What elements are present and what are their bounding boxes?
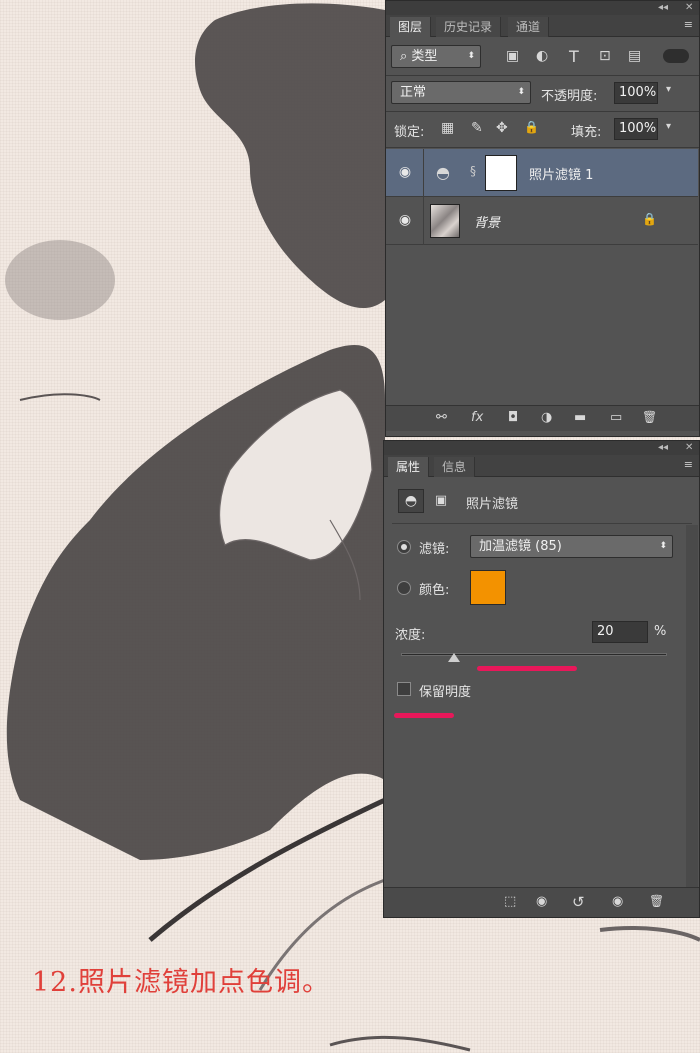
eye-icon[interactable]: ◉: [396, 164, 414, 182]
panel-titlebar[interactable]: ◂◂ ✕: [384, 441, 699, 455]
color-radio[interactable]: [397, 581, 411, 595]
updown-arrow-icon: ⬍: [467, 51, 475, 61]
annotation-underline: [477, 666, 577, 671]
type-filter-icon[interactable]: T: [569, 47, 579, 66]
image-filter-icon[interactable]: ▣: [506, 48, 519, 64]
mask-link-icon[interactable]: §: [470, 164, 476, 178]
annotation-underline: [394, 713, 454, 718]
collapse-panel-icon[interactable]: ◂◂: [658, 441, 668, 455]
close-panel-icon[interactable]: ✕: [685, 441, 693, 455]
properties-tabbar: 属性 信息 ≡: [384, 455, 699, 477]
tutorial-caption: 12.照片滤镜加点色调。: [32, 967, 330, 998]
new-adjustment-icon[interactable]: ◑: [541, 410, 552, 425]
new-group-icon[interactable]: ▬: [574, 410, 586, 425]
color-label: 颜色:: [419, 583, 450, 598]
layer-row-background[interactable]: ◉ 背景 🔒: [386, 197, 698, 245]
divider: [392, 523, 692, 524]
photo-filter-adjustment-icon[interactable]: ◓: [436, 163, 450, 182]
fx-icon[interactable]: fx: [471, 410, 483, 425]
fill-label: 填充:: [571, 125, 602, 140]
updown-arrow-icon: ⬍: [517, 87, 525, 97]
density-slider-thumb[interactable]: [448, 653, 461, 662]
preserve-luminosity-label: 保留明度: [419, 685, 472, 700]
shape-filter-icon[interactable]: ⊡: [599, 48, 611, 64]
layers-tabbar: 图层 历史记录 通道 ≡: [386, 15, 699, 37]
properties-title: 照片滤镜: [466, 497, 519, 512]
lock-paint-icon[interactable]: ✎: [471, 120, 483, 136]
lock-label: 锁定:: [394, 125, 425, 140]
density-unit: %: [654, 624, 667, 639]
fill-slider-dropdown-icon[interactable]: ▾: [666, 121, 671, 132]
delete-layer-icon[interactable]: 🗑: [642, 410, 657, 424]
divider: [386, 147, 699, 148]
lock-transparent-icon[interactable]: ▦: [441, 120, 454, 136]
adjustment-type-icon[interactable]: ◓: [398, 489, 424, 513]
search-icon: ⌕: [400, 49, 408, 64]
filter-kind-value: 类型: [411, 49, 438, 64]
layer-name[interactable]: 背景: [474, 212, 500, 231]
density-input[interactable]: 20: [592, 621, 648, 643]
layers-bottom-bar: ⚯ fx ◘ ◑ ▬ ▭ 🗑: [386, 405, 699, 431]
visibility-column: ◉: [386, 197, 424, 245]
density-label: 浓度:: [395, 628, 426, 643]
properties-scrollbar[interactable]: [686, 525, 698, 887]
mask-icon[interactable]: ▣: [430, 491, 452, 511]
panel-titlebar[interactable]: ◂◂ ✕: [386, 1, 699, 15]
color-swatch[interactable]: [470, 570, 506, 605]
lock-all-icon[interactable]: 🔒: [524, 120, 539, 134]
filter-radio[interactable]: [397, 540, 411, 554]
background-lock-icon: 🔒: [642, 212, 657, 226]
updown-arrow-icon: ⬍: [659, 541, 667, 551]
blend-mode-value: 正常: [400, 85, 427, 100]
preserve-luminosity-checkbox[interactable]: [397, 682, 411, 696]
opacity-slider-dropdown-icon[interactable]: ▾: [666, 84, 671, 95]
properties-bottom-bar: ⬚ ◉ ↺ ◉ 🗑: [384, 887, 699, 917]
clip-to-layer-icon[interactable]: ⬚: [504, 894, 516, 909]
visibility-icon[interactable]: ◉: [612, 894, 623, 909]
layer-filter-dropdown[interactable]: ⌕ 类型 ⬍: [391, 45, 481, 68]
close-panel-icon[interactable]: ✕: [685, 1, 693, 15]
filter-label: 滤镜:: [419, 542, 450, 557]
add-mask-icon[interactable]: ◘: [508, 410, 518, 425]
properties-panel: ◂◂ ✕ 属性 信息 ≡ ◓ ▣ 照片滤镜 滤镜: 加温滤镜 (85) ⬍ 颜色…: [383, 440, 700, 918]
reset-icon[interactable]: ↺: [572, 893, 585, 911]
layer-list: ◉ ◓ § 照片滤镜 1 ◉ 背景 🔒: [386, 149, 699, 404]
filter-preset-value: 加温滤镜 (85): [479, 539, 562, 554]
opacity-input[interactable]: 100%: [614, 82, 658, 104]
tab-channels[interactable]: 通道: [508, 17, 550, 37]
layers-panel: ◂◂ ✕ 图层 历史记录 通道 ≡ ⌕ 类型 ⬍ ▣ ◐ T ⊡ ▤ 正常 ⬍ …: [385, 0, 700, 437]
panel-menu-icon[interactable]: ≡: [684, 18, 693, 31]
filter-preset-dropdown[interactable]: 加温滤镜 (85) ⬍: [470, 535, 673, 558]
background-thumbnail[interactable]: [430, 204, 460, 238]
view-previous-icon[interactable]: ◉: [536, 894, 547, 909]
divider: [386, 75, 699, 76]
lock-position-icon[interactable]: ✥: [496, 120, 508, 136]
new-layer-icon[interactable]: ▭: [610, 410, 622, 425]
eye-icon[interactable]: ◉: [396, 212, 414, 230]
filter-toggle[interactable]: [663, 49, 689, 63]
divider: [386, 111, 699, 112]
blend-mode-dropdown[interactable]: 正常 ⬍: [391, 81, 531, 104]
density-slider-track[interactable]: [401, 653, 667, 656]
visibility-column: ◉: [386, 149, 424, 197]
opacity-label: 不透明度:: [541, 89, 598, 104]
collapse-panel-icon[interactable]: ◂◂: [658, 1, 668, 15]
panel-menu-icon[interactable]: ≡: [684, 458, 693, 471]
layer-mask-thumbnail[interactable]: [485, 155, 517, 191]
fill-input[interactable]: 100%: [614, 118, 658, 140]
smartobject-filter-icon[interactable]: ▤: [628, 48, 641, 64]
layer-name[interactable]: 照片滤镜 1: [529, 164, 593, 183]
tab-history[interactable]: 历史记录: [436, 17, 502, 37]
delete-icon[interactable]: 🗑: [649, 894, 664, 908]
layer-row-photo-filter[interactable]: ◉ ◓ § 照片滤镜 1: [386, 149, 698, 197]
tab-layers[interactable]: 图层: [390, 17, 432, 37]
tab-properties[interactable]: 属性: [388, 457, 430, 477]
tab-info[interactable]: 信息: [434, 457, 476, 477]
link-layers-icon[interactable]: ⚯: [436, 410, 447, 425]
adjustment-filter-icon[interactable]: ◐: [536, 48, 548, 64]
